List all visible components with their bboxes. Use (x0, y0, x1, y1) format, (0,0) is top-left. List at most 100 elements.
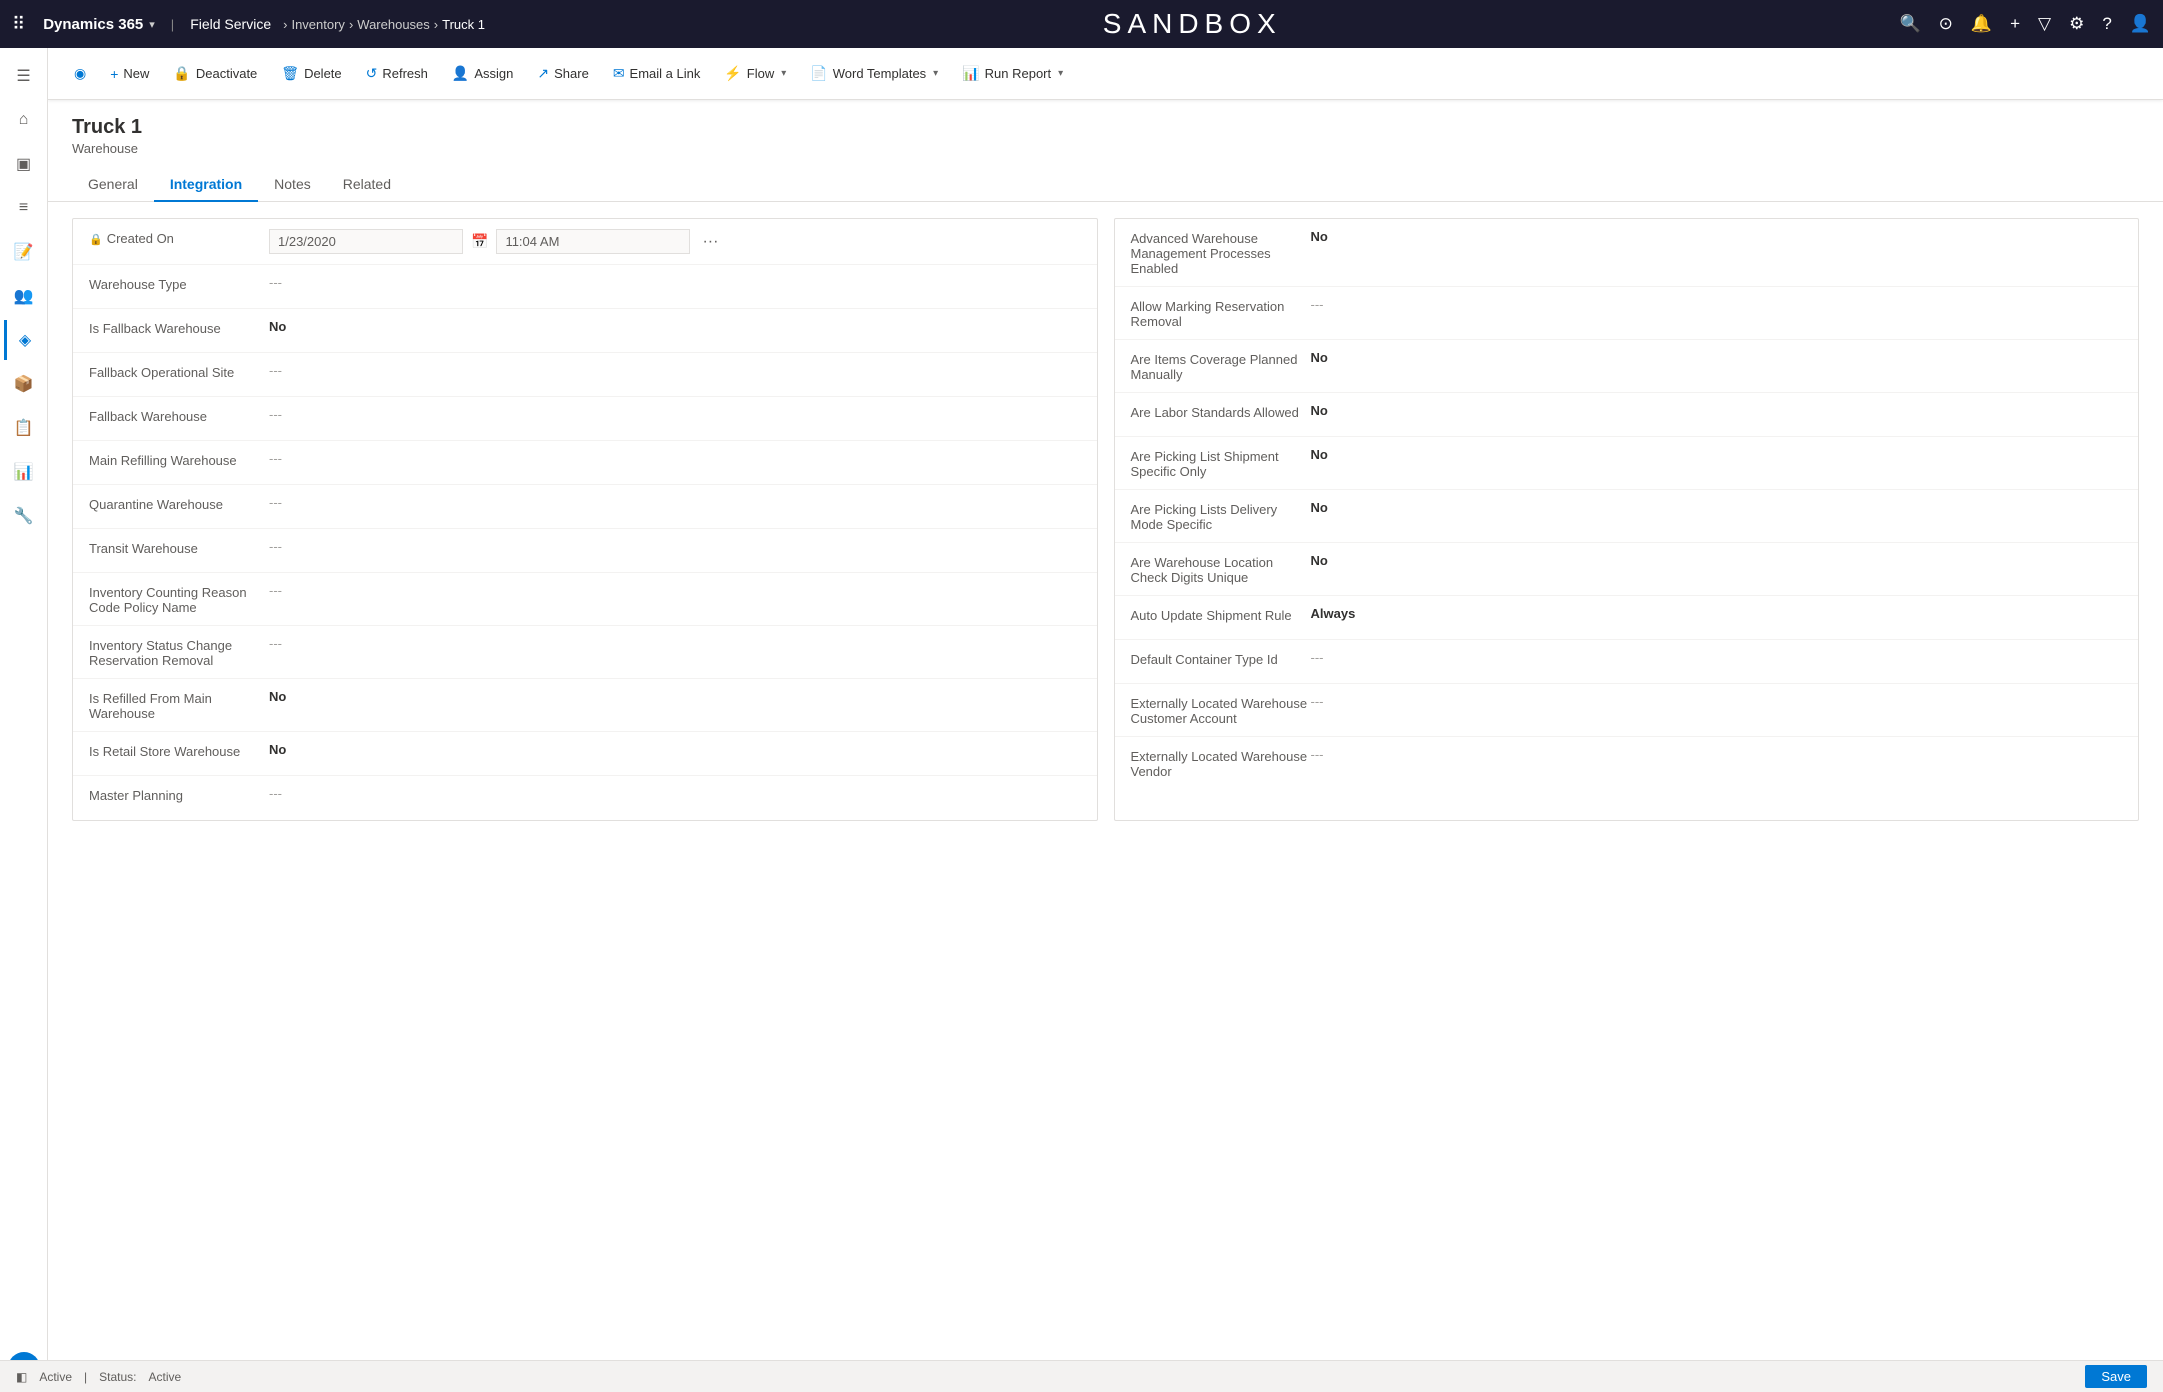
brand-caret[interactable]: ▾ (149, 18, 155, 31)
value-external-vendor: --- (1311, 747, 2123, 762)
delete-button[interactable]: 🗑 Delete (271, 59, 351, 88)
calendar-icon[interactable]: 📅 (471, 233, 488, 250)
email-label: Email a Link (630, 66, 701, 81)
refresh-button[interactable]: ↺ Refresh (356, 59, 438, 88)
value-transit-warehouse: --- (269, 539, 1081, 554)
search-icon[interactable]: 🔍 (1900, 14, 1921, 34)
share-icon: ↗ (537, 65, 549, 82)
label-default-container: Default Container Type Id (1131, 650, 1311, 667)
add-icon[interactable]: + (2010, 14, 2020, 34)
tab-integration[interactable]: Integration (154, 168, 258, 202)
share-button[interactable]: ↗ Share (527, 59, 598, 88)
refresh-label: Refresh (382, 66, 428, 81)
email-button[interactable]: ✉ Email a Link (603, 59, 711, 88)
word-templates-caret: ▾ (933, 68, 938, 79)
settings-icon[interactable]: ⚙ (2069, 14, 2084, 34)
back-button[interactable]: ◉ (64, 59, 96, 88)
sidebar-item-reports[interactable]: 📋 (4, 408, 44, 448)
value-created-on: 📅 ··· (269, 229, 1081, 254)
sidebar-item-notes[interactable]: 📝 (4, 232, 44, 272)
value-items-coverage: No (1311, 350, 2123, 365)
left-form-section: 🔒 Created On 📅 ··· Warehouse Ty (72, 218, 1098, 821)
sandbox-title: SANDBOX (497, 8, 1888, 40)
sidebar-item-list[interactable]: ≡ (4, 188, 44, 228)
delete-label: Delete (304, 66, 342, 81)
ellipsis-button[interactable]: ··· (698, 233, 722, 251)
word-templates-icon: 📄 (810, 65, 827, 82)
field-is-fallback-warehouse: Is Fallback Warehouse No (73, 309, 1097, 353)
refresh-icon: ↺ (366, 65, 378, 82)
label-warehouse-type: Warehouse Type (89, 275, 269, 292)
save-button[interactable]: Save (2085, 1365, 2147, 1388)
email-icon: ✉ (613, 65, 625, 82)
sidebar-item-tools[interactable]: 🔧 (4, 496, 44, 536)
brand-name[interactable]: Dynamics 365 (43, 16, 143, 33)
label-transit-warehouse: Transit Warehouse (89, 539, 269, 556)
tab-notes[interactable]: Notes (258, 168, 327, 202)
status-bar: ◧ Active | Status: Active Save (0, 1360, 2163, 1392)
page-layout: ☰ ⌂ ▣ ≡ 📝 👥 ◈ 📦 📋 📊 🔧 I ◉ + New 🔒 Deacti… (0, 48, 2163, 1392)
value-warehouse-type: --- (269, 275, 1081, 290)
sidebar-item-warehouse[interactable]: ◈ (4, 320, 44, 360)
module-name[interactable]: Field Service (190, 16, 271, 32)
value-is-retail-store: No (269, 742, 1081, 757)
status-left: ◧ Active | Status: Active (16, 1370, 181, 1384)
breadcrumb-current: Truck 1 (442, 17, 485, 32)
tab-related[interactable]: Related (327, 168, 407, 202)
help-icon[interactable]: ? (2102, 14, 2111, 34)
time-field[interactable] (496, 229, 690, 254)
value-default-container: --- (1311, 650, 2123, 665)
label-inventory-status-change: Inventory Status Change Reservation Remo… (89, 636, 269, 668)
label-external-customer-account: Externally Located Warehouse Customer Ac… (1131, 694, 1311, 726)
right-form-section: Advanced Warehouse Management Processes … (1114, 218, 2140, 821)
target-icon[interactable]: ⊙ (1939, 14, 1953, 34)
value-main-refilling-warehouse: --- (269, 451, 1081, 466)
value-warehouse-location-check: No (1311, 553, 2123, 568)
user-icon[interactable]: 👤 (2130, 14, 2151, 34)
label-master-planning: Master Planning (89, 786, 269, 803)
field-warehouse-location-check: Are Warehouse Location Check Digits Uniq… (1115, 543, 2139, 596)
assign-button[interactable]: 👤 Assign (442, 59, 523, 88)
sidebar-item-menu[interactable]: ☰ (4, 56, 44, 96)
label-main-refilling-warehouse: Main Refilling Warehouse (89, 451, 269, 468)
value-auto-update-shipment: Always (1311, 606, 2123, 621)
breadcrumb-warehouses[interactable]: Warehouses (357, 17, 430, 32)
flow-button[interactable]: ⚡ Flow ▾ (714, 59, 796, 88)
sidebar-item-inventory[interactable]: 📦 (4, 364, 44, 404)
sidebar-item-contacts[interactable]: 👥 (4, 276, 44, 316)
assign-label: Assign (474, 66, 513, 81)
breadcrumb-sep2: › (349, 17, 353, 32)
label-allow-marking: Allow Marking Reservation Removal (1131, 297, 1311, 329)
filter-icon[interactable]: ▽ (2038, 14, 2051, 34)
tab-general[interactable]: General (72, 168, 154, 202)
bell-icon[interactable]: 🔔 (1971, 14, 1992, 34)
value-fallback-operational-site: --- (269, 363, 1081, 378)
breadcrumb-inventory[interactable]: Inventory (291, 17, 344, 32)
label-warehouse-location-check: Are Warehouse Location Check Digits Uniq… (1131, 553, 1311, 585)
run-report-label: Run Report (985, 66, 1051, 81)
sidebar-item-activities[interactable]: ▣ (4, 144, 44, 184)
label-is-refilled: Is Refilled From Main Warehouse (89, 689, 269, 721)
delete-icon: 🗑 (281, 65, 299, 82)
date-field[interactable] (269, 229, 463, 254)
deactivate-button[interactable]: 🔒 Deactivate (163, 59, 267, 88)
run-report-button[interactable]: 📊 Run Report ▾ (952, 59, 1073, 88)
new-button[interactable]: + New (100, 60, 159, 88)
share-label: Share (554, 66, 589, 81)
field-auto-update-shipment: Auto Update Shipment Rule Always (1115, 596, 2139, 640)
value-master-planning: --- (269, 786, 1081, 801)
waffle-menu[interactable]: ⠿ (12, 14, 25, 35)
label-labor-standards: Are Labor Standards Allowed (1131, 403, 1311, 420)
field-picking-lists-delivery: Are Picking Lists Delivery Mode Specific… (1115, 490, 2139, 543)
command-bar: ◉ + New 🔒 Deactivate 🗑 Delete ↺ Refresh … (48, 48, 2163, 100)
label-items-coverage: Are Items Coverage Planned Manually (1131, 350, 1311, 382)
value-labor-standards: No (1311, 403, 2123, 418)
word-templates-button[interactable]: 📄 Word Templates ▾ (800, 59, 948, 88)
sidebar-item-analytics[interactable]: 📊 (4, 452, 44, 492)
active-label: Active (39, 1370, 72, 1384)
label-fallback-operational-site: Fallback Operational Site (89, 363, 269, 380)
breadcrumb-sep3: › (434, 17, 438, 32)
sidebar-item-home[interactable]: ⌂ (4, 100, 44, 140)
label-is-retail-store: Is Retail Store Warehouse (89, 742, 269, 759)
field-master-planning: Master Planning --- (73, 776, 1097, 820)
